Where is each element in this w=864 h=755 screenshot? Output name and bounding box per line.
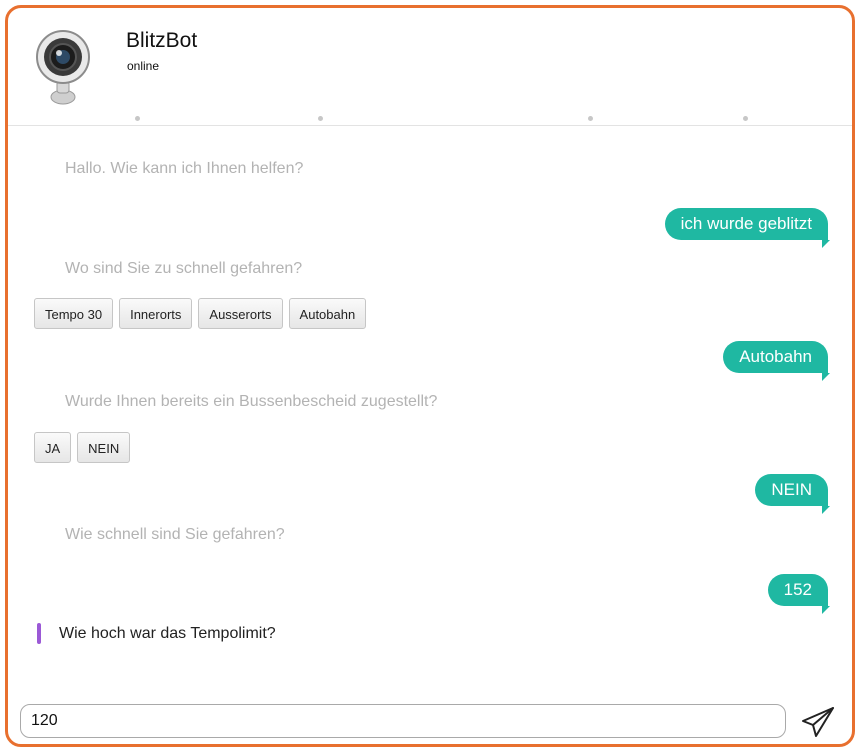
- divider-dot: [588, 116, 593, 121]
- divider-dot: [318, 116, 323, 121]
- bot-avatar: [33, 25, 93, 105]
- quick-reply-innerorts[interactable]: Innerorts: [119, 298, 193, 329]
- chat-window: BlitzBot online Hallo. Wie kann ich Ihne…: [5, 5, 855, 747]
- quick-reply-ja[interactable]: JA: [34, 432, 72, 463]
- question-marker: [37, 623, 41, 644]
- send-button[interactable]: [800, 705, 836, 739]
- quick-reply-group: Tempo 30 Innerorts Ausserorts Autobahn: [34, 298, 367, 329]
- current-question: Wie hoch war das Tempolimit?: [37, 623, 276, 644]
- bot-name: BlitzBot: [126, 29, 198, 52]
- quick-reply-nein[interactable]: NEIN: [77, 432, 131, 463]
- bot-message: Wo sind Sie zu schnell gefahren?: [65, 260, 303, 277]
- message-list: Hallo. Wie kann ich Ihnen helfen? ich wu…: [8, 126, 852, 696]
- quick-reply-tempo-30[interactable]: Tempo 30: [34, 298, 114, 329]
- paper-plane-icon: [802, 707, 834, 737]
- message-input[interactable]: [20, 704, 786, 738]
- bot-message: Hallo. Wie kann ich Ihnen helfen?: [65, 160, 304, 177]
- quick-reply-group: JA NEIN: [34, 432, 131, 463]
- robot-icon: [36, 30, 90, 105]
- user-message: NEIN: [755, 474, 830, 514]
- user-message: ich wurde geblitzt: [664, 208, 831, 248]
- bot-status: online: [127, 59, 160, 73]
- header-divider: [8, 116, 852, 124]
- bot-message: Wie schnell sind Sie gefahren?: [65, 526, 285, 543]
- current-question-text: Wie hoch war das Tempolimit?: [59, 624, 276, 642]
- quick-reply-ausserorts[interactable]: Ausserorts: [198, 298, 283, 329]
- quick-reply-autobahn[interactable]: Autobahn: [288, 298, 367, 329]
- chat-header: BlitzBot online: [8, 8, 852, 126]
- divider-dot: [135, 116, 140, 121]
- bot-message: Wurde Ihnen bereits ein Bussenbescheid z…: [65, 393, 438, 410]
- user-message: 152: [767, 574, 831, 614]
- user-message: Autobahn: [723, 341, 830, 381]
- divider-dot: [743, 116, 748, 121]
